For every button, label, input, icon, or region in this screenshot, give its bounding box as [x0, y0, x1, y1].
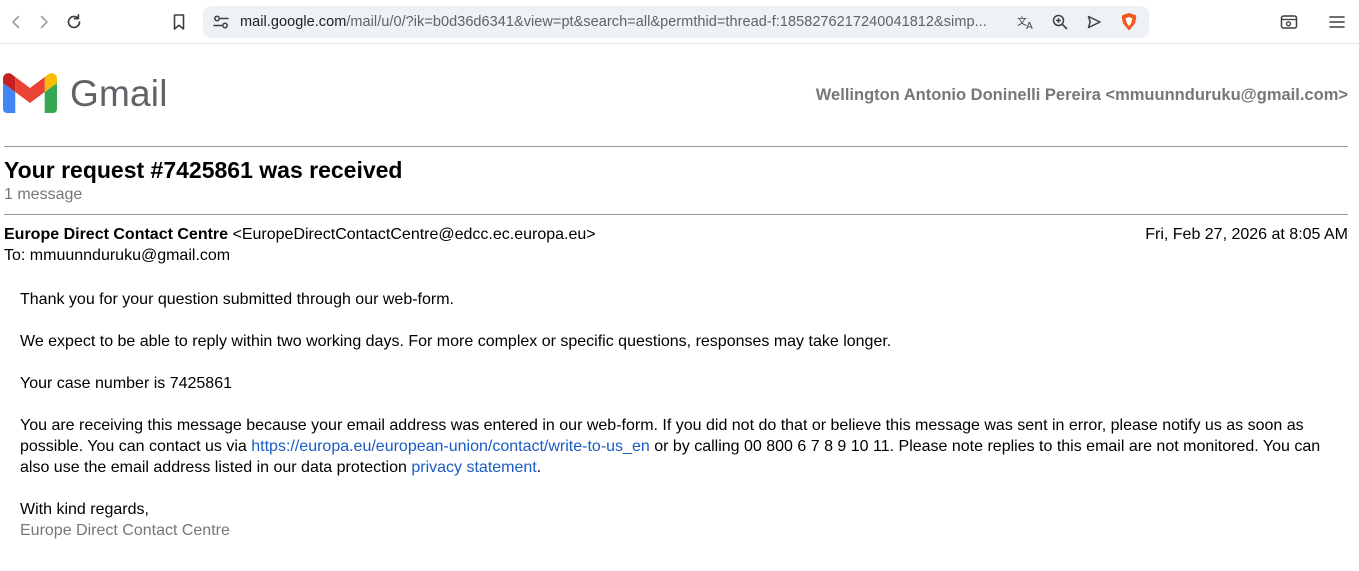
- forward-icon[interactable]: [31, 9, 57, 35]
- message-date: Fri, Feb 27, 2026 at 8:05 AM: [1145, 226, 1348, 243]
- body-paragraph: Thank you for your question submitted th…: [20, 291, 454, 308]
- gmail-logo-icon: [3, 73, 57, 118]
- browser-toolbar: mail.google.com/mail/u/0/?ik=b0d36d6341&…: [0, 0, 1359, 44]
- signature: Europe Direct Contact Centre: [20, 522, 230, 539]
- site-settings-icon[interactable]: [209, 10, 233, 34]
- header-divider: [4, 146, 1348, 147]
- sender-name: Europe Direct Contact Centre: [4, 226, 229, 243]
- tab-icon[interactable]: [1276, 9, 1302, 35]
- body-paragraph: You are receiving this message because y…: [20, 415, 1330, 478]
- gmail-wordmark: Gmail: [70, 73, 168, 114]
- body-paragraph: Your case number is 7425861: [20, 375, 232, 392]
- brave-shield-icon[interactable]: [1117, 10, 1141, 34]
- url-text[interactable]: mail.google.com/mail/u/0/?ik=b0d36d6341&…: [240, 14, 1012, 30]
- url-path: /mail/u/0/?ik=b0d36d6341&view=pt&search=…: [346, 14, 987, 30]
- body-text: .: [536, 459, 542, 476]
- message-body: Thank you for your question submitted th…: [20, 289, 1330, 541]
- url-host: mail.google.com: [240, 14, 347, 30]
- sender-email: <EuropeDirectContactCentre@edcc.ec.europ…: [232, 226, 596, 243]
- svg-text:A: A: [1026, 21, 1033, 30]
- message-from: Europe Direct Contact Centre <EuropeDire…: [4, 226, 596, 244]
- address-bar[interactable]: mail.google.com/mail/u/0/?ik=b0d36d6341&…: [203, 6, 1149, 38]
- thread-subject: Your request #7425861 was received: [4, 157, 403, 183]
- account-name: Wellington Antonio Doninelli Pereira <mm…: [815, 86, 1348, 104]
- translate-icon[interactable]: 文A: [1014, 10, 1038, 34]
- reload-icon[interactable]: [61, 9, 87, 35]
- bookmark-icon[interactable]: [166, 9, 192, 35]
- privacy-statement-link[interactable]: privacy statement: [411, 459, 536, 476]
- message-count: 1 message: [4, 186, 83, 203]
- menu-icon[interactable]: [1324, 9, 1350, 35]
- message-to: To: mmuunnduruku@gmail.com: [4, 247, 231, 264]
- message-divider: [4, 214, 1348, 215]
- zoom-icon[interactable]: [1048, 10, 1072, 34]
- write-to-us-link[interactable]: https://europa.eu/european-union/contact…: [251, 438, 649, 455]
- body-paragraph: We expect to be able to reply within two…: [20, 333, 892, 350]
- back-icon[interactable]: [3, 9, 29, 35]
- closing: With kind regards,: [20, 501, 149, 518]
- send-icon[interactable]: [1082, 10, 1106, 34]
